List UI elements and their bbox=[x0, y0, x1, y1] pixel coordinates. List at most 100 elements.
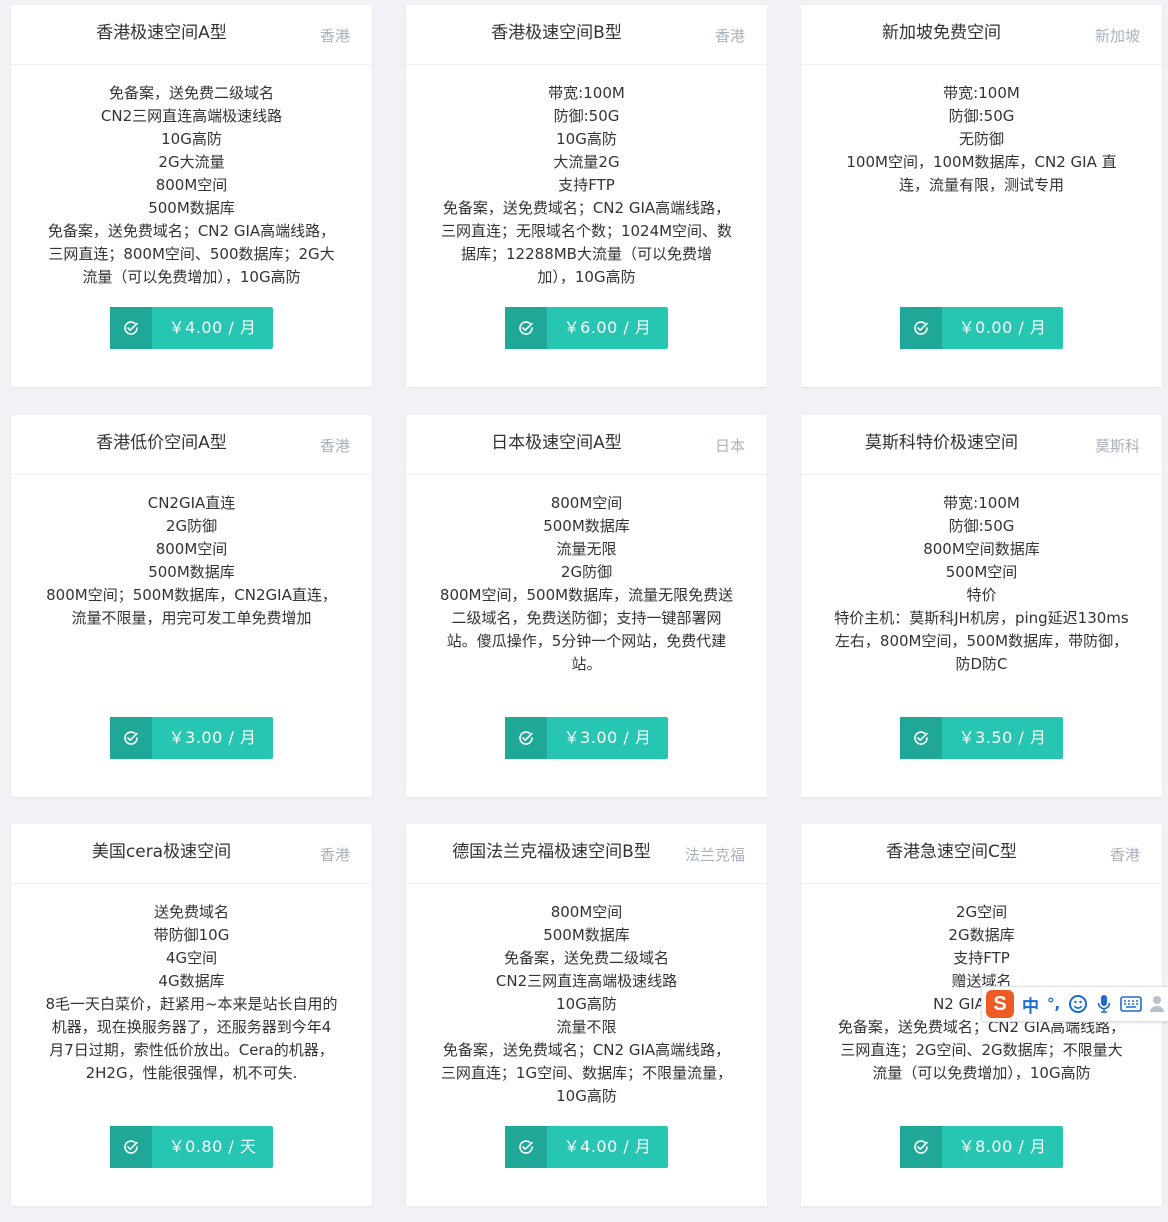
feature-line: 500M空间 bbox=[945, 563, 1018, 581]
feature-line: 左右，800M空间，500M数据库，带防御， bbox=[834, 632, 1129, 650]
card-header: 德国法兰克福极速空间B型 法兰克福 bbox=[406, 824, 767, 884]
buy-button[interactable]: ￥4.00 / 月 bbox=[505, 1126, 668, 1168]
card-header: 香港低价空间A型 香港 bbox=[11, 415, 372, 475]
card-header: 莫斯科特价极速空间 莫斯科 bbox=[801, 415, 1162, 475]
region-label: 日本 bbox=[714, 437, 745, 455]
product-features: 800M空间 500M数据库 流量无限 2G防御 800M空间，500M数据库，… bbox=[426, 492, 747, 676]
feature-line: 2G数据库 bbox=[948, 926, 1015, 944]
check-circle-icon bbox=[900, 307, 942, 349]
feature-line: 500M数据库 bbox=[148, 563, 235, 581]
feature-line: 加），10G高防 bbox=[537, 268, 636, 286]
feature-line: 无防御 bbox=[958, 130, 1004, 148]
product-title: 日本极速空间A型 bbox=[491, 433, 622, 453]
microphone-icon[interactable] bbox=[1096, 994, 1112, 1014]
feature-line: 月7日过期，索性低价放出。Cera的机器， bbox=[49, 1041, 334, 1059]
feature-line: 流量（可以免费增加），10G高防 bbox=[82, 268, 301, 286]
product-card: 日本极速空间A型 日本 800M空间 500M数据库 流量无限 2G防御 800… bbox=[406, 415, 767, 797]
check-circle-icon bbox=[110, 307, 152, 349]
product-features: CN2GIA直连 2G防御 800M空间 500M数据库 800M空间；500M… bbox=[31, 492, 352, 630]
region-label: 法兰克福 bbox=[684, 846, 745, 864]
region-label: 香港 bbox=[714, 27, 745, 45]
buy-button[interactable]: ￥3.00 / 月 bbox=[110, 717, 273, 759]
buy-button[interactable]: ￥3.50 / 月 bbox=[900, 717, 1063, 759]
feature-line: 防D防C bbox=[955, 655, 1008, 673]
check-circle-icon bbox=[505, 1126, 547, 1168]
feature-line: 4G数据库 bbox=[158, 972, 225, 990]
feature-line: 据库；12288MB大流量（可以免费增 bbox=[461, 245, 712, 263]
user-icon[interactable] bbox=[1150, 995, 1165, 1013]
product-card: 新加坡免费空间 新加坡 带宽:100M 防御:50G 无防御 100M空间，10… bbox=[801, 5, 1162, 387]
buy-button[interactable]: ￥8.00 / 月 bbox=[900, 1126, 1063, 1168]
product-card: 德国法兰克福极速空间B型 法兰克福 800M空间 500M数据库 免备案，送免费… bbox=[406, 824, 767, 1206]
check-circle-icon bbox=[900, 1126, 942, 1168]
feature-line: 500M数据库 bbox=[543, 517, 630, 535]
product-features: 带宽:100M 防御:50G 10G高防 大流量2G 支持FTP 免备案，送免费… bbox=[432, 82, 741, 289]
feature-line: 带宽:100M bbox=[548, 84, 625, 102]
region-label: 香港 bbox=[319, 27, 350, 45]
product-title: 美国cera极速空间 bbox=[91, 842, 232, 862]
feature-line: 站。 bbox=[571, 655, 602, 673]
ime-toolbar[interactable]: S 中 °, bbox=[981, 986, 1168, 1022]
product-title: 香港低价空间A型 bbox=[96, 433, 227, 453]
feature-line: 免备案，送免费二级域名 bbox=[108, 84, 274, 102]
ime-punct-toggle[interactable]: °, bbox=[1047, 995, 1060, 1013]
feature-line: 2H2G，性能很强悍，机不可失. bbox=[85, 1064, 298, 1082]
buy-button[interactable]: ￥3.00 / 月 bbox=[505, 717, 668, 759]
emoji-icon[interactable] bbox=[1068, 994, 1088, 1014]
region-label: 香港 bbox=[319, 437, 350, 455]
card-header: 日本极速空间A型 日本 bbox=[406, 415, 767, 475]
ime-mode-toggle[interactable]: 中 bbox=[1022, 992, 1039, 1017]
feature-line: 800M空间 bbox=[550, 903, 623, 921]
card-header: 香港极速空间B型 香港 bbox=[406, 5, 767, 65]
feature-line: 2G防御 bbox=[165, 517, 218, 535]
feature-line: 大流量2G bbox=[553, 153, 620, 171]
feature-line: 三网直连；800M空间、500数据库；2G大 bbox=[48, 245, 335, 263]
buy-button[interactable]: ￥0.00 / 月 bbox=[900, 307, 1063, 349]
feature-line: 10G高防 bbox=[556, 130, 617, 148]
feature-line: 流量不限 bbox=[556, 1018, 617, 1036]
feature-line: 流量无限 bbox=[556, 540, 617, 558]
feature-line: 800M空间 bbox=[550, 494, 623, 512]
card-header: 新加坡免费空间 新加坡 bbox=[801, 5, 1162, 65]
feature-line: 800M空间 bbox=[155, 176, 228, 194]
product-features: 送免费域名 带防御10G 4G空间 4G数据库 8毛一天白菜价，赶紧用~本来是站… bbox=[31, 901, 352, 1085]
feature-line: CN2GIA直连 bbox=[147, 494, 236, 512]
feature-line: 防御:50G bbox=[948, 517, 1015, 535]
feature-line: 800M空间，500M数据库，流量无限免费送 bbox=[439, 586, 734, 604]
region-label: 香港 bbox=[319, 846, 350, 864]
product-card: 香港极速空间A型 香港 免备案，送免费二级域名 CN2三网直连高端极速线路 10… bbox=[11, 5, 372, 387]
card-header: 香港极速空间A型 香港 bbox=[11, 5, 372, 65]
product-features: 800M空间 500M数据库 免备案，送免费二级域名 CN2三网直连高端极速线路… bbox=[426, 901, 747, 1108]
price-label: ￥8.00 / 月 bbox=[958, 1137, 1047, 1156]
product-features: 免备案，送免费二级域名 CN2三网直连高端极速线路 10G高防 2G大流量 80… bbox=[37, 82, 346, 289]
feature-line: 500M数据库 bbox=[148, 199, 235, 217]
feature-line: 带宽:100M bbox=[943, 84, 1020, 102]
feature-line: 二级域名，免费送防御；支持一键部署网 bbox=[451, 609, 722, 627]
product-card: 美国cera极速空间 香港 送免费域名 带防御10G 4G空间 4G数据库 8毛… bbox=[11, 824, 372, 1206]
feature-line: 10G高防 bbox=[556, 995, 617, 1013]
product-title: 香港急速空间C型 bbox=[886, 842, 1017, 862]
feature-line: 10G高防 bbox=[161, 130, 222, 148]
price-label: ￥4.00 / 月 bbox=[563, 1137, 652, 1156]
price-label: ￥3.00 / 月 bbox=[563, 728, 652, 747]
buy-button[interactable]: ￥0.80 / 天 bbox=[110, 1126, 273, 1168]
feature-line: 特价主机：莫斯科JH机房，ping延迟130ms bbox=[834, 609, 1129, 627]
feature-line: 防御:50G bbox=[948, 107, 1015, 125]
feature-line: 支持FTP bbox=[558, 176, 615, 194]
feature-line: 带宽:100M bbox=[943, 494, 1020, 512]
feature-line: 三网直连；1G空间、数据库；不限量流量， bbox=[440, 1064, 733, 1082]
feature-line: 流量（可以免费增加），10G高防 bbox=[872, 1064, 1091, 1082]
feature-line: 2G大流量 bbox=[158, 153, 225, 171]
card-header: 香港急速空间C型 香港 bbox=[801, 824, 1162, 884]
feature-line: CN2三网直连高端极速线路 bbox=[495, 972, 678, 990]
feature-line: 免备案，送免费域名；CN2 GIA高端线路， bbox=[442, 1041, 731, 1059]
keyboard-icon[interactable] bbox=[1120, 996, 1143, 1012]
feature-line: 流量不限量，用完可发工单免费增加 bbox=[71, 609, 312, 627]
price-label: ￥6.00 / 月 bbox=[563, 318, 652, 337]
feature-line: 800M空间；500M数据库，CN2GIA直连， bbox=[46, 586, 337, 604]
buy-button[interactable]: ￥6.00 / 月 bbox=[505, 307, 668, 349]
feature-line: 500M数据库 bbox=[543, 926, 630, 944]
buy-button[interactable]: ￥4.00 / 月 bbox=[110, 307, 273, 349]
region-label: 新加坡 bbox=[1094, 27, 1140, 45]
sogou-logo-icon[interactable]: S bbox=[986, 990, 1014, 1018]
